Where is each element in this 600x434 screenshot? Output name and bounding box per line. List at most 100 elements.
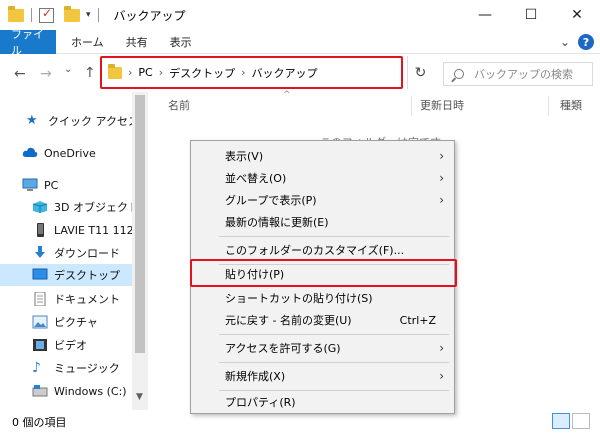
chevron-right-icon[interactable]: › [128,66,132,79]
sidebar-item-quick-access[interactable]: ★ クイック アクセス [26,110,139,132]
sidebar-item-lavie[interactable]: LAVIE T11 112K [32,219,141,241]
cloud-icon [22,146,38,160]
breadcrumb-pc[interactable]: PC [138,66,152,79]
menu-item-refresh[interactable]: 最新の情報に更新(E) [191,211,454,233]
menu-item-view[interactable]: 表示(V) › [191,145,454,167]
large-icons-view-button[interactable] [572,413,590,429]
forward-icon[interactable]: → [40,66,52,82]
expand-ribbon-icon[interactable]: ⌄ [560,35,570,49]
menu-item-shortcut: Ctrl+Z [399,313,436,327]
tab-home[interactable]: ホーム [60,30,115,54]
search-input[interactable]: バックアップの検索 [443,62,593,86]
menu-item-sort[interactable]: 並べ替え(O) › [191,167,454,189]
tab-view[interactable]: 表示 [159,30,203,54]
menu-separator [219,362,449,363]
title-bar: ▾ バックアップ — ☐ ✕ [0,0,600,30]
properties-icon[interactable] [39,6,54,23]
maximize-button[interactable]: ☐ [508,0,554,30]
up-icon[interactable]: ↑ [84,65,96,81]
menu-item-properties[interactable]: プロパティ(R) [191,391,454,413]
recent-locations-icon[interactable]: ⌄ [64,64,72,75]
column-divider[interactable] [411,96,412,116]
sidebar-item-label: ピクチャ [54,316,98,329]
menu-item-label: グループで表示(P) [225,194,317,207]
sidebar-item-label: ドキュメント [54,293,120,306]
cube-icon [32,200,48,214]
divider [31,8,32,22]
new-folder-icon[interactable] [64,5,80,22]
menu-item-label: 最新の情報に更新(E) [225,216,329,229]
tab-share[interactable]: 共有 [115,30,159,54]
sidebar-scrollbar-thumb[interactable] [135,95,145,353]
window-title: バックアップ [113,8,186,23]
download-icon [32,246,48,260]
sidebar-item-label: Windows (C:) [54,384,127,398]
ribbon-tabs: ファイル ホーム 共有 表示 ⌄ ? [0,28,600,57]
menu-item-paste-shortcut[interactable]: ショートカットの貼り付け(S) [191,287,454,309]
desktop-icon [32,268,48,282]
tab-file[interactable]: ファイル [0,28,56,57]
column-header-modified[interactable]: 更新日時 [420,92,464,118]
chevron-right-icon[interactable]: › [159,66,163,79]
menu-item-new[interactable]: 新規作成(X) › [191,365,454,387]
sidebar-item-label: 3D オブジェクト [54,201,139,214]
sidebar-item-pc[interactable]: PC [22,174,58,196]
menu-item-label: プロパティ(R) [225,396,296,409]
sidebar-item-desktop[interactable]: デスクトップ [0,264,132,286]
refresh-button[interactable]: ↻ [407,56,433,89]
sidebar-item-label: OneDrive [44,146,96,160]
details-view-button[interactable] [552,413,570,429]
sidebar-item-label: クイック アクセス [48,115,139,128]
sidebar-item-documents[interactable]: ドキュメント [32,288,120,310]
drive-icon [32,384,48,398]
menu-item-label: ショートカットの貼り付け(S) [225,292,373,305]
menu-separator [219,236,449,237]
search-placeholder: バックアップの検索 [474,68,573,81]
menu-item-label: 表示(V) [225,150,264,163]
scroll-down-icon[interactable]: ▼ [136,392,143,402]
video-icon [32,338,48,352]
menu-item-customize[interactable]: このフォルダーのカスタマイズ(F)... [191,239,454,261]
column-divider[interactable] [548,96,549,116]
folder-icon [108,63,122,79]
navigation-pane: ★ クイック アクセス OneDrive PC 3D オブジェクト LAVIE … [0,92,148,410]
menu-item-label: 新規作成(X) [225,370,286,383]
context-menu: 表示(V) › 並べ替え(O) › グループで表示(P) › 最新の情報に更新(… [190,140,455,414]
column-header-type[interactable]: 種類 [560,92,582,118]
sidebar-item-downloads[interactable]: ダウンロード [32,242,120,264]
help-icon[interactable]: ? [578,34,594,50]
menu-item-undo-rename[interactable]: 元に戻す - 名前の変更(U) Ctrl+Z [191,309,454,331]
sort-ascending-icon: ^ [283,90,291,100]
chevron-right-icon[interactable]: › [241,66,245,79]
computer-icon [22,178,38,192]
menu-item-group[interactable]: グループで表示(P) › [191,189,454,211]
sidebar-item-videos[interactable]: ビデオ [32,334,87,356]
sidebar-item-windows-c[interactable]: Windows (C:) [32,380,127,402]
minimize-button[interactable]: — [462,0,508,30]
quick-access-toolbar-dropdown-icon[interactable]: ▾ [86,10,91,20]
breadcrumb-desktop[interactable]: デスクトップ [169,65,235,81]
sidebar-item-onedrive[interactable]: OneDrive [22,142,96,164]
close-button[interactable]: ✕ [554,0,600,30]
music-icon: ♪ [32,360,41,376]
menu-item-label: 元に戻す - 名前の変更(U) [225,314,352,327]
sidebar-item-label: ダウンロード [54,247,120,260]
sidebar-item-label: デスクトップ [54,269,120,282]
sidebar-item-music[interactable]: ♪ ミュージック [32,357,120,379]
sidebar-item-3d-objects[interactable]: 3D オブジェクト [32,196,139,218]
sidebar-item-pictures[interactable]: ピクチャ [32,311,98,333]
chevron-right-icon: › [439,193,444,207]
back-icon[interactable]: ← [14,66,26,82]
menu-item-give-access[interactable]: アクセスを許可する(G) › [191,337,454,359]
sidebar-item-label: ビデオ [54,339,87,352]
menu-item-label: このフォルダーのカスタマイズ(F)... [225,244,405,257]
address-bar[interactable]: › PC › デスクトップ › バックアップ [100,56,403,89]
breadcrumb-backup[interactable]: バックアップ [252,65,318,81]
item-count: 0 個の項目 [12,416,67,429]
sidebar-item-label: ミュージック [54,362,120,375]
column-header-name[interactable]: 名前 [168,92,190,118]
chevron-right-icon: › [439,341,444,355]
sidebar-item-label: PC [44,178,59,192]
chevron-right-icon: › [439,149,444,163]
menu-item-paste[interactable]: 貼り付け(P) [191,263,454,285]
